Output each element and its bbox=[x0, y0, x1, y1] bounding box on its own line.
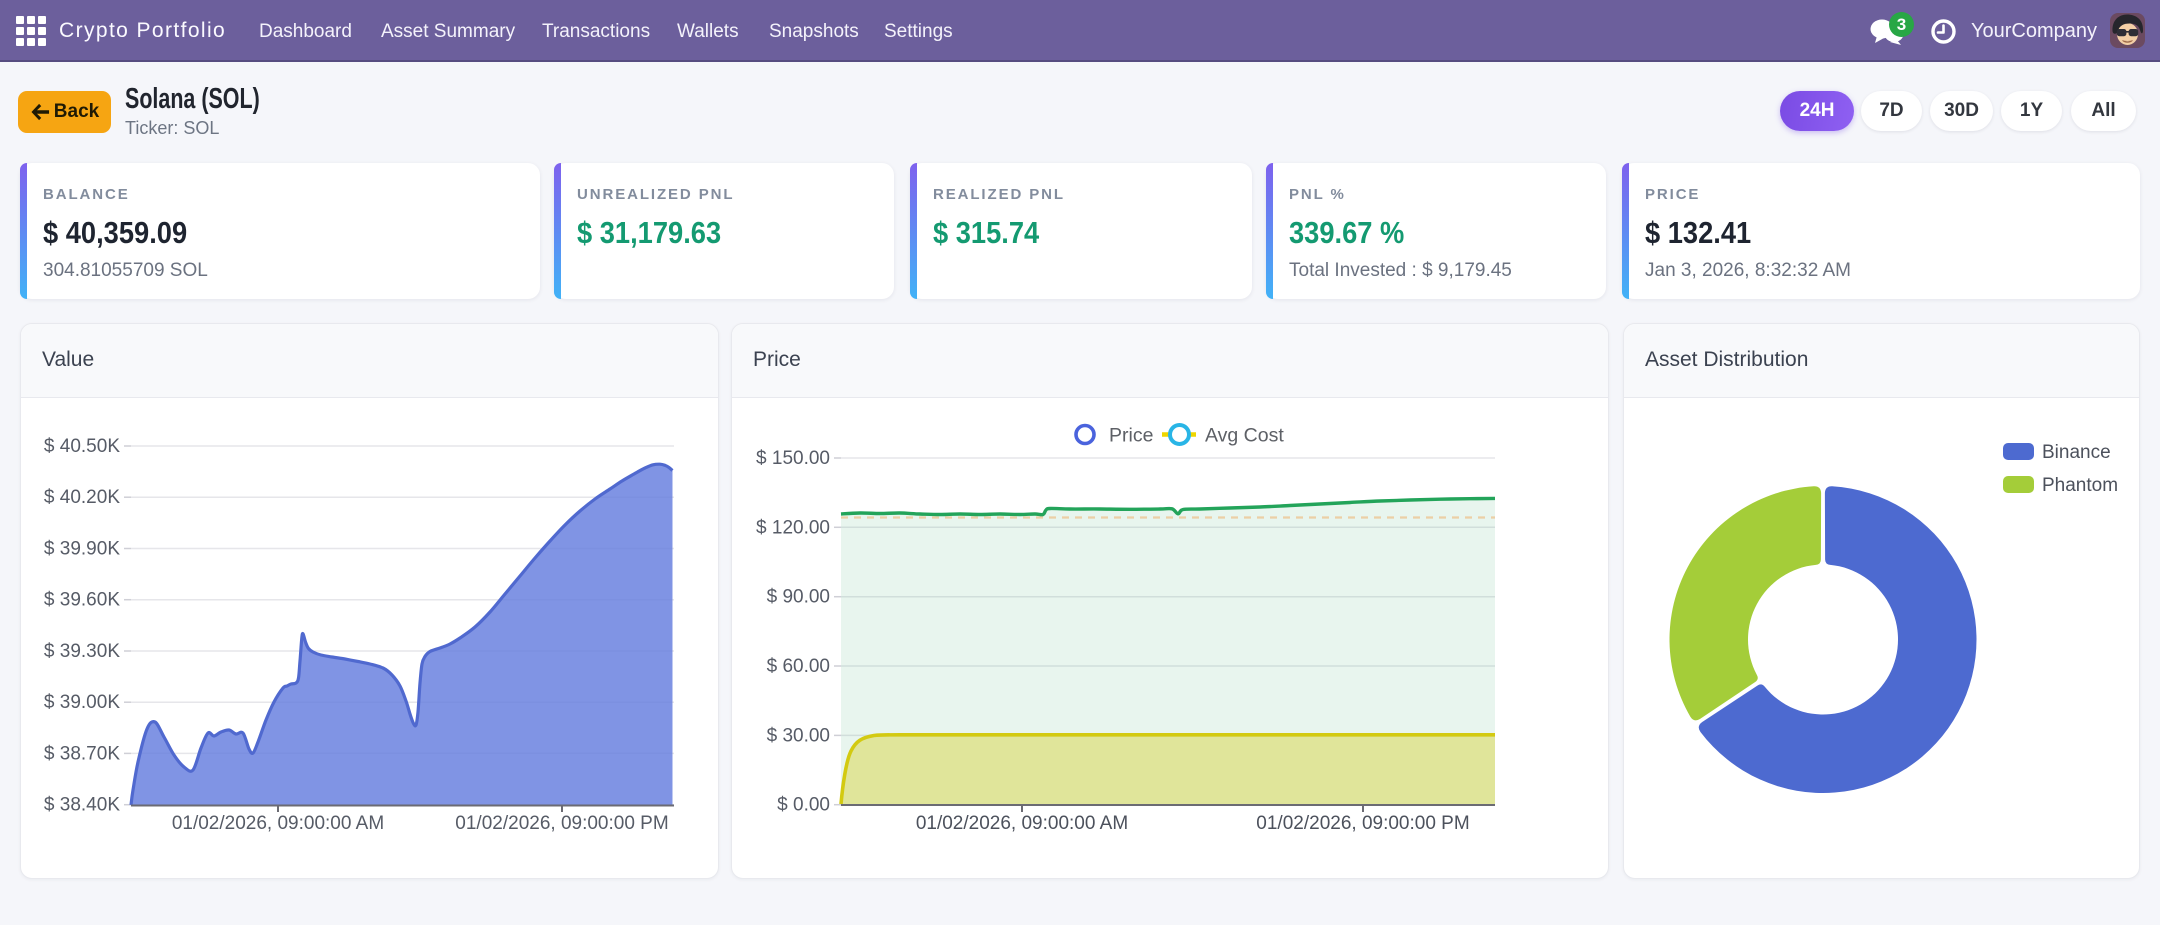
svg-text:01/02/2026, 09:00:00 PM: 01/02/2026, 09:00:00 PM bbox=[455, 813, 668, 834]
svg-text:Price: Price bbox=[1109, 425, 1153, 447]
svg-text:Avg Cost: Avg Cost bbox=[1205, 425, 1284, 447]
svg-text:$ 39.60K: $ 39.60K bbox=[44, 590, 120, 611]
svg-text:$ 90.00: $ 90.00 bbox=[767, 587, 830, 608]
svg-text:$ 38.70K: $ 38.70K bbox=[44, 743, 120, 764]
svg-text:$ 0.00: $ 0.00 bbox=[777, 795, 830, 816]
svg-text:$ 39.90K: $ 39.90K bbox=[44, 539, 120, 560]
svg-text:01/02/2026, 09:00:00 AM: 01/02/2026, 09:00:00 AM bbox=[916, 813, 1128, 834]
svg-text:$ 40.20K: $ 40.20K bbox=[44, 487, 120, 508]
svg-text:$ 120.00: $ 120.00 bbox=[756, 517, 830, 538]
svg-text:Binance: Binance bbox=[2042, 442, 2111, 463]
svg-text:Phantom: Phantom bbox=[2042, 475, 2118, 496]
svg-text:01/02/2026, 09:00:00 PM: 01/02/2026, 09:00:00 PM bbox=[1256, 813, 1469, 834]
svg-text:$ 40.50K: $ 40.50K bbox=[44, 436, 120, 457]
svg-text:01/02/2026, 09:00:00 AM: 01/02/2026, 09:00:00 AM bbox=[172, 813, 384, 834]
svg-text:$ 39.30K: $ 39.30K bbox=[44, 641, 120, 662]
svg-text:$ 60.00: $ 60.00 bbox=[767, 656, 830, 677]
svg-text:$ 38.40K: $ 38.40K bbox=[44, 795, 120, 816]
svg-text:$ 30.00: $ 30.00 bbox=[767, 725, 830, 746]
svg-text:$ 39.00K: $ 39.00K bbox=[44, 692, 120, 713]
svg-text:$ 150.00: $ 150.00 bbox=[756, 448, 830, 469]
